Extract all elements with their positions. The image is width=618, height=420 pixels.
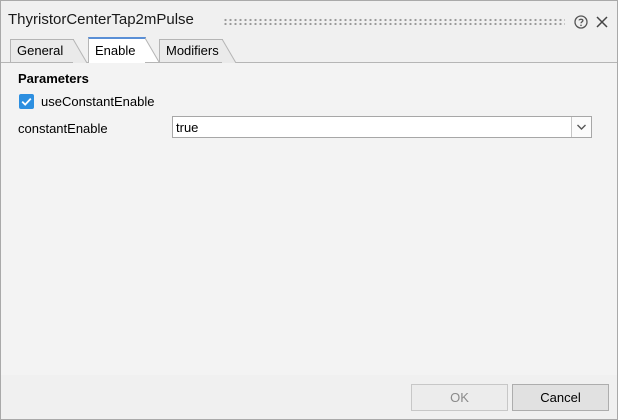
tab-enable[interactable]: Enable <box>88 37 159 63</box>
tab-modifiers[interactable]: Modifiers <box>159 39 236 63</box>
tab-general[interactable]: General <box>10 39 87 63</box>
tab-content-panel: Parameters useConstantEnable constantEna… <box>1 63 617 375</box>
cancel-button[interactable]: Cancel <box>512 384 609 411</box>
tab-enable-edge <box>145 37 159 63</box>
help-icon[interactable] <box>574 15 588 29</box>
tab-modifiers-edge <box>222 39 236 63</box>
dialog-footer: OK Cancel <box>1 375 617 419</box>
title-bar[interactable]: ThyristorCenterTap2mPulse <box>1 1 617 37</box>
close-icon[interactable] <box>595 15 609 29</box>
ok-button[interactable]: OK <box>411 384 508 411</box>
chevron-down-icon <box>577 124 586 130</box>
tab-bar: General Modifiers Enable <box>1 37 617 63</box>
tab-general-label: General <box>17 43 64 58</box>
constant-enable-label: constantEnable <box>18 121 108 136</box>
tab-enable-label: Enable <box>95 43 136 58</box>
check-icon <box>21 97 32 106</box>
use-constant-enable-label: useConstantEnable <box>41 94 155 109</box>
use-constant-enable-checkbox[interactable] <box>19 94 34 109</box>
dialog-window: ThyristorCenterTap2mPulse General Modifi <box>0 0 618 420</box>
section-title: Parameters <box>18 71 89 86</box>
drag-grip[interactable] <box>223 18 565 25</box>
tab-general-edge <box>73 39 87 63</box>
constant-enable-value: true <box>176 120 199 135</box>
constant-enable-select[interactable]: true <box>172 116 592 138</box>
window-title: ThyristorCenterTap2mPulse <box>8 11 194 28</box>
dropdown-button[interactable] <box>571 117 591 137</box>
tab-modifiers-label: Modifiers <box>166 43 219 58</box>
